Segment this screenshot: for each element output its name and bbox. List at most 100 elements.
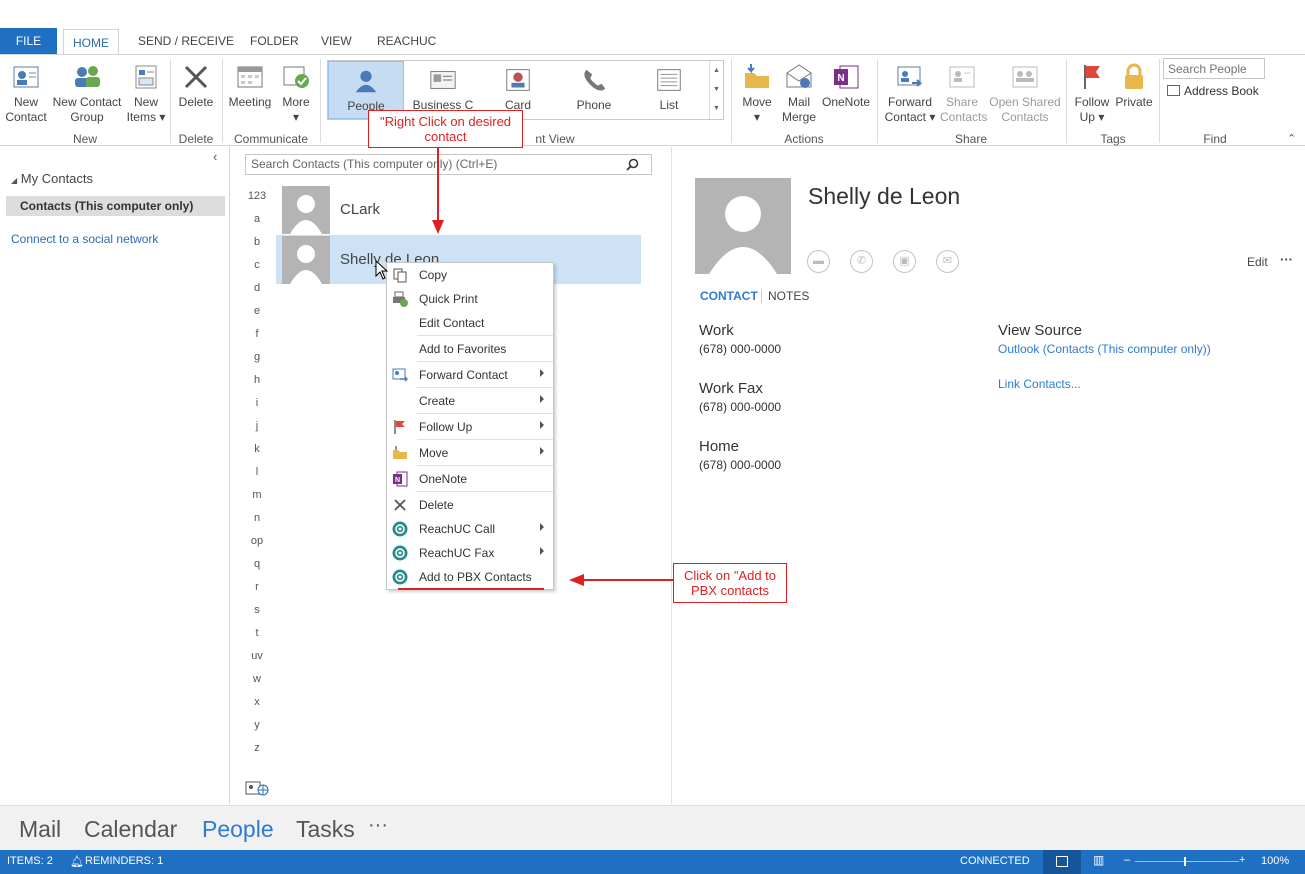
alphabet-letter[interactable]: f [246,328,268,340]
menu-item-quick-print[interactable]: Quick Print [387,288,553,310]
alphabet-letter[interactable]: n [246,512,268,524]
contacts-folder[interactable]: Contacts (This computer only) [6,196,225,216]
tab-reachuc[interactable]: REACHUC [368,28,445,54]
email-icon[interactable]: ✉ [936,250,959,273]
alphabet-letter[interactable]: b [246,236,268,248]
nav-people[interactable]: People [202,816,274,843]
alphabet-letter[interactable]: c [246,259,268,271]
onenote-button[interactable]: N OneNote [820,61,872,110]
contact-row-clark[interactable]: CLark [276,185,641,234]
work-fax-value[interactable]: (678) 000-0000 [699,400,781,414]
nav-tasks[interactable]: Tasks [296,816,355,843]
reading-view-icon[interactable]: ▥ [1093,853,1104,867]
nav-calendar[interactable]: Calendar [84,816,177,843]
search-contacts-input[interactable]: Search Contacts (This computer only) (Ct… [245,154,652,175]
menu-item-onenote[interactable]: N OneNote [387,468,553,490]
view-phone[interactable]: Phone [556,61,632,119]
tab-send-receive[interactable]: SEND / RECEIVE [129,28,243,54]
open-shared-contacts-button[interactable]: Open Shared Contacts [988,61,1062,125]
alphabet-letter[interactable]: s [246,604,268,616]
view-list[interactable]: List [632,61,706,119]
menu-item-follow-up[interactable]: Follow Up [387,416,553,438]
menu-item-edit-contact[interactable]: Edit Contact [387,312,553,334]
tab-folder[interactable]: FOLDER [241,28,308,54]
gallery-scroll[interactable]: ▲ ▼ ▼ [709,61,723,119]
more-button[interactable]: More ▾ [278,61,314,125]
reminders-count[interactable]: REMINDERS: 1 [85,855,163,867]
alphabet-letter[interactable]: op [246,535,268,547]
meeting-button[interactable]: Meeting [226,61,274,110]
alphabet-letter[interactable]: m [246,489,268,501]
tab-notes[interactable]: NOTES [768,289,809,303]
menu-item-add-to-favorites[interactable]: Add to Favorites [387,338,553,360]
share-contacts-button[interactable]: Share Contacts [940,61,987,125]
home-phone-value[interactable]: (678) 000-0000 [699,458,781,472]
normal-view-button[interactable] [1043,850,1081,874]
nav-more-icon[interactable]: ··· [368,814,388,837]
nav-mail[interactable]: Mail [19,816,61,843]
private-button[interactable]: Private [1114,61,1154,110]
alphabet-letter[interactable]: i [246,397,268,409]
alphabet-letter[interactable]: x [246,696,268,708]
menu-item-copy[interactable]: Copy [387,264,553,286]
alphabet-letter[interactable]: l [246,466,268,478]
my-contacts-header[interactable]: ◢ My Contacts [11,171,93,186]
alphabet-letter[interactable]: j [246,420,268,432]
call-icon[interactable]: ✆ [850,250,873,273]
gallery-down-icon[interactable]: ▼ [710,80,723,99]
edit-button[interactable]: Edit [1247,255,1268,269]
collapse-ribbon-icon[interactable]: ⌃ [1287,132,1296,145]
alphabet-letter[interactable]: h [246,374,268,386]
new-contact-button[interactable]: New Contact [4,61,48,125]
new-contact-group-button[interactable]: New Contact Group [50,61,124,125]
tab-contact[interactable]: CONTACT [700,289,758,303]
gallery-expand-icon[interactable]: ▼ [710,99,723,118]
search-people-input[interactable] [1163,58,1265,79]
alphabet-letter[interactable]: d [246,282,268,294]
link-contacts-link[interactable]: Link Contacts... [998,377,1081,391]
tab-file[interactable]: FILE [0,28,57,54]
alphabet-letter[interactable]: r [246,581,268,593]
mail-merge-button[interactable]: Mail Merge [780,61,818,125]
alphabet-letter[interactable]: z [246,742,268,754]
zoom-level[interactable]: 100% [1261,855,1289,867]
menu-item-reachuc-call[interactable]: ReachUC Call [387,518,553,540]
delete-button[interactable]: Delete [176,61,216,110]
tab-home[interactable]: HOME [63,29,119,55]
alphabet-letter[interactable]: y [246,719,268,731]
forward-contact-button[interactable]: Forward Contact ▾ [882,61,938,125]
follow-up-button[interactable]: Follow Up ▾ [1072,61,1112,125]
alphabet-letter[interactable]: q [246,558,268,570]
menu-item-move[interactable]: Move [387,442,553,464]
alphabet-letter[interactable]: w [246,673,268,685]
zoom-in-icon[interactable]: + [1239,854,1245,866]
menu-item-reachuc-fax[interactable]: ReachUC Fax [387,542,553,564]
search-icon[interactable] [626,158,639,171]
zoom-out-icon[interactable]: – [1124,854,1130,866]
video-icon[interactable]: ▣ [893,250,916,273]
zoom-slider-thumb[interactable] [1184,857,1186,866]
new-items-button[interactable]: New Items ▾ [125,61,167,125]
im-icon[interactable]: ▬ [807,250,830,273]
menu-item-add-to-pbx-contacts[interactable]: Add to PBX Contacts [387,566,553,588]
gallery-up-icon[interactable]: ▲ [710,61,723,80]
alphabet-letter[interactable]: 123 [246,190,268,202]
zoom-slider-track[interactable] [1135,861,1239,862]
alphabet-letter[interactable]: g [246,351,268,363]
pane-divider[interactable] [671,147,672,804]
work-phone-value[interactable]: (678) 000-0000 [699,342,781,356]
menu-item-create[interactable]: Create [387,390,553,412]
alphabet-letter[interactable]: k [246,443,268,455]
move-button[interactable]: Move ▾ [736,61,778,125]
connect-social-link[interactable]: Connect to a social network [11,232,158,246]
menu-item-delete[interactable]: Delete [387,494,553,516]
collapse-pane-icon[interactable]: ‹ [213,149,217,164]
alphabet-letter[interactable]: a [246,213,268,225]
address-book-button[interactable]: Address Book [1167,84,1259,98]
social-connector-icon[interactable] [245,780,269,799]
more-options-icon[interactable]: ··· [1280,252,1293,267]
menu-item-forward-contact[interactable]: Forward Contact [387,364,553,386]
alphabet-letter[interactable]: uv [246,650,268,662]
tab-view[interactable]: VIEW [312,28,361,54]
alphabet-letter[interactable]: t [246,627,268,639]
